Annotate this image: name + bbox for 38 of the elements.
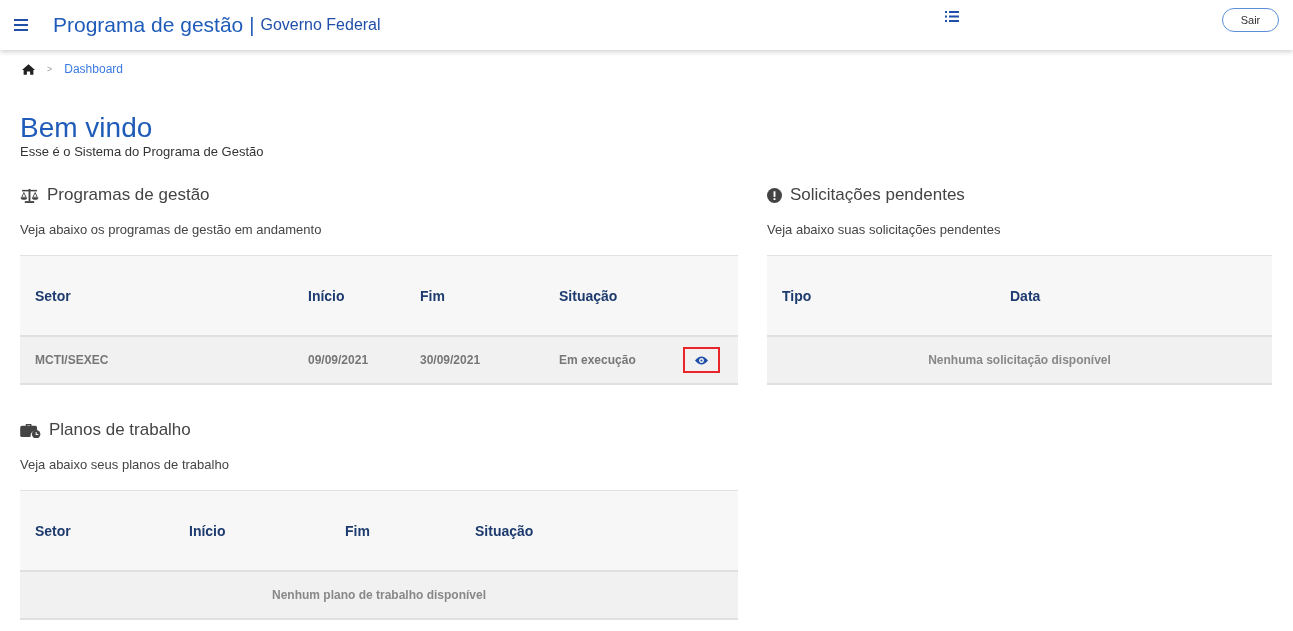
column-header: Tipo: [782, 287, 813, 304]
title-separator: |: [249, 13, 255, 37]
table-cell-text: Em execução: [559, 353, 637, 367]
section-title: Solicitações pendentes: [790, 185, 965, 205]
column-header: Setor: [35, 522, 72, 539]
column-header: Situação: [559, 287, 619, 304]
column-header: Início: [189, 522, 227, 539]
table-cell-text: 09/09/2021: [308, 353, 370, 367]
column-header: Situação: [475, 522, 535, 539]
section-title: Planos de trabalho: [49, 420, 191, 440]
section-description: Veja abaixo seus planos de trabalho: [20, 457, 230, 472]
empty-message: Nenhuma solicitação disponível: [928, 353, 1111, 367]
section-description: Veja abaixo os programas de gestão em andamento: [20, 222, 323, 237]
empty-message: Nenhum plano de trabalho disponível: [272, 588, 486, 602]
scale-icon: [20, 187, 39, 203]
column-header: Setor: [35, 287, 72, 304]
menu-icon[interactable]: [14, 19, 28, 31]
home-icon[interactable]: [22, 63, 35, 75]
logout-button[interactable]: Sair: [1222, 8, 1279, 32]
app-subtitle: Governo Federal: [260, 16, 381, 34]
table-cell-text: 30/09/2021: [420, 353, 482, 367]
eye-icon: [695, 355, 708, 365]
column-header: Início: [308, 287, 346, 304]
briefcase-clock-icon: [20, 422, 41, 438]
app-title: Programa de gestão: [53, 13, 244, 37]
column-header: Fim: [345, 522, 371, 539]
section-description: Veja abaixo suas solicitações pendentes: [767, 222, 1002, 237]
view-button[interactable]: [683, 347, 720, 373]
exclamation-circle-icon: [767, 187, 782, 203]
table-cell-text: MCTI/SEXEC: [35, 353, 110, 367]
column-header: Fim: [420, 287, 446, 304]
column-header: Data: [1010, 287, 1042, 304]
list-icon[interactable]: [945, 10, 959, 22]
breadcrumb-link[interactable]: Dashboard: [64, 62, 123, 76]
section-title: Programas de gestão: [47, 185, 210, 205]
breadcrumb-separator: >: [47, 64, 53, 74]
welcome-title: Bem vindo: [20, 112, 154, 144]
welcome-subtitle: Esse é o Sistema do Programa de Gestão: [20, 144, 265, 159]
